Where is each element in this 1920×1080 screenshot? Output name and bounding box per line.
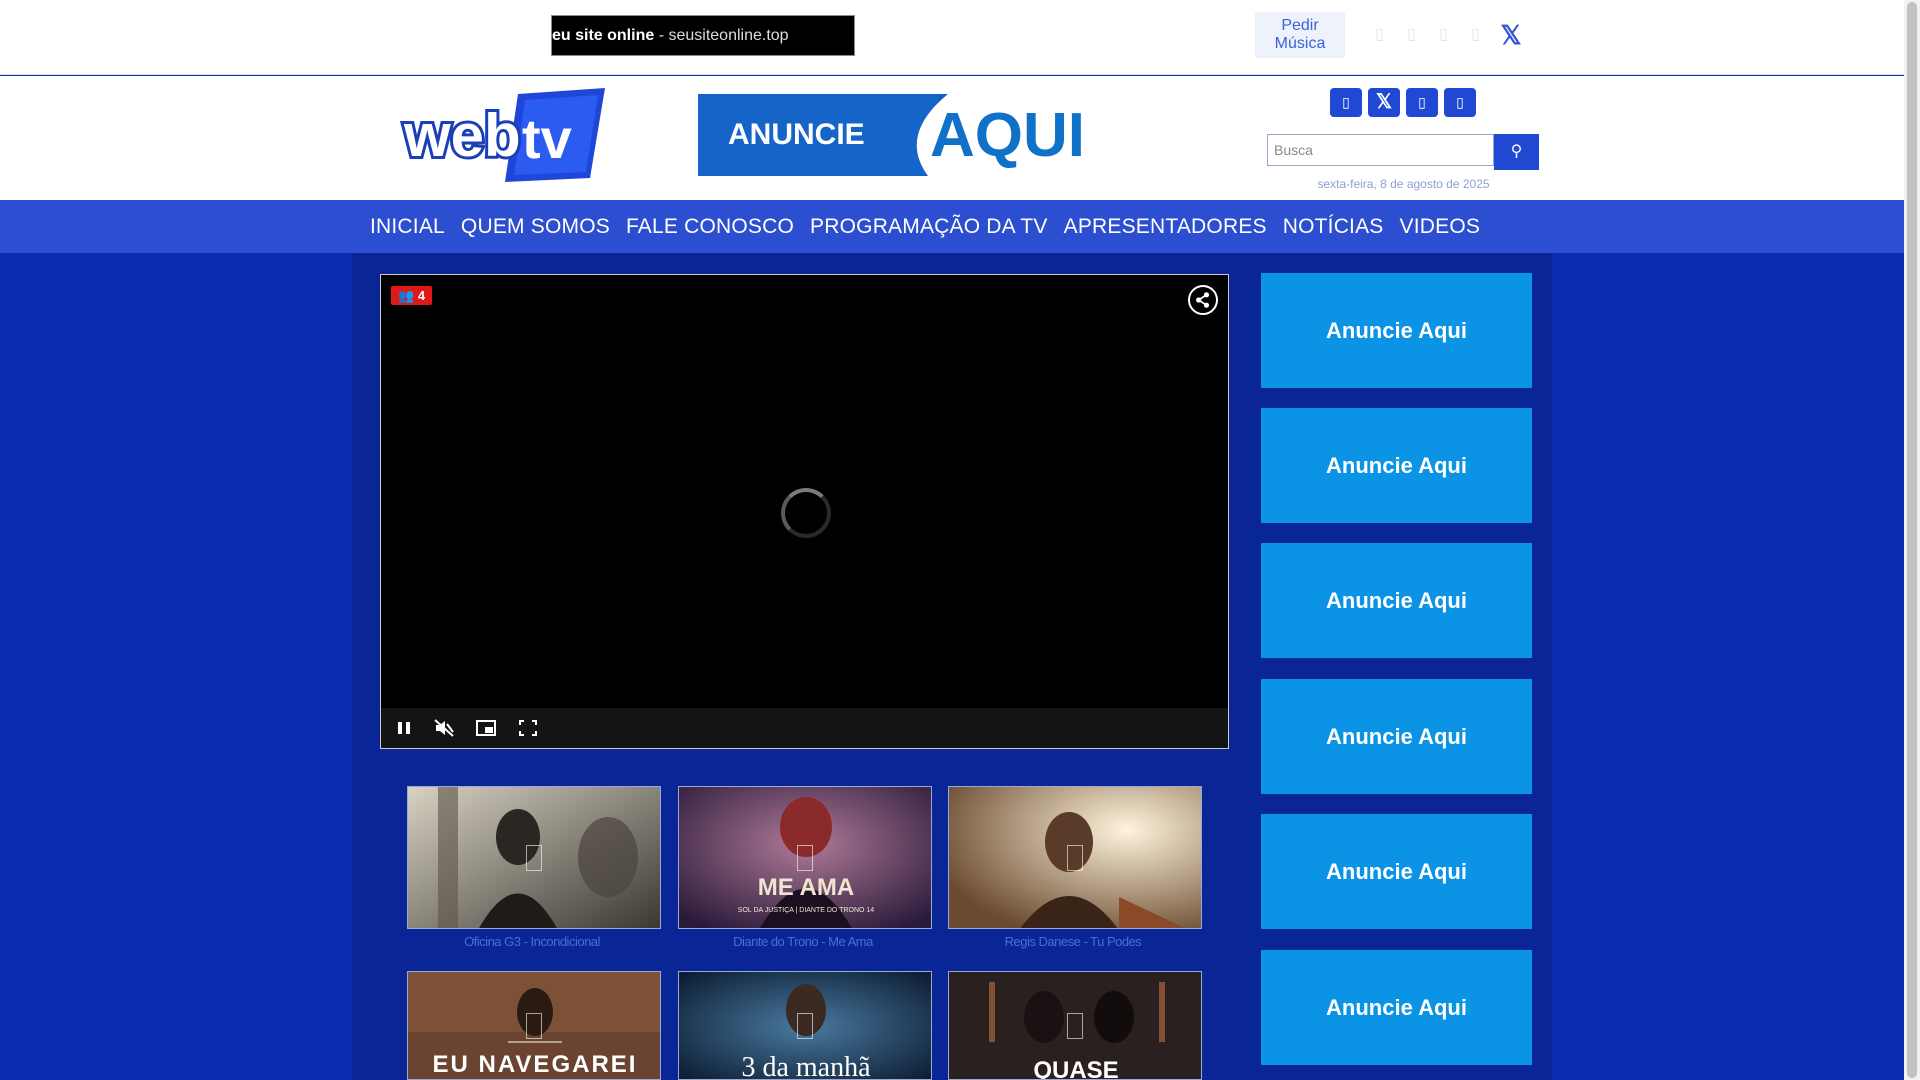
youtube-icon[interactable]: ▯ [1434,24,1453,46]
banner-word-anuncie: ANUNCIE [728,118,865,151]
nav-item-inicial[interactable]: INICIAL [362,200,453,253]
thumbnail-title-4: EU NAVEGAREI [433,1051,638,1078]
current-date: sexta-feira, 8 de agosto de 2025 [1317,177,1490,191]
video-caption-3[interactable]: Regis Danese - Tu Podes [946,934,1200,949]
nav-item-programacao[interactable]: PROGRAMAÇÃO DA TV [802,200,1056,253]
advertise-banner[interactable]: ANUNCIE AQUI [698,94,1208,176]
thumbnail-title-5: 3 da manhã [741,1052,871,1080]
x-twitter-icon[interactable]: 𝕏 [1368,88,1400,117]
ad-slot-4[interactable]: Anuncie Aqui [1261,679,1532,794]
nav-item-noticias[interactable]: NOTÍCIAS [1275,200,1392,253]
viewers-count: 4 [417,288,426,303]
play-icon [526,844,542,871]
play-icon [797,844,813,871]
ad-slot-5[interactable]: Anuncie Aqui [1261,814,1532,929]
fullscreen-icon[interactable] [517,718,539,738]
picture-in-picture-icon[interactable] [475,718,497,738]
play-icon [797,1012,813,1039]
video-player[interactable]: 👥 4 [380,274,1229,749]
scrollbar-thumb[interactable] [1907,2,1917,1078]
viewers-icon: 👥 [398,288,415,303]
ad-slot-3[interactable]: Anuncie Aqui [1261,543,1532,658]
video-thumbnail-5[interactable]: 3 da manhã [678,971,932,1080]
youtube-icon[interactable]: ▯ [1444,88,1476,117]
page-scrollbar[interactable] [1904,0,1920,1080]
instagram-icon[interactable]: ▯ [1406,88,1438,117]
video-thumbnail-6[interactable]: QUASE [948,971,1202,1080]
instagram-icon[interactable]: ▯ [1402,24,1421,46]
top-social-links: ▯ ▯ ▯ ▯ 𝕏 [1370,22,1524,48]
search-button[interactable]: ⚲ [1494,134,1539,170]
play-icon [1067,844,1083,871]
header-social-links: ▯ 𝕏 ▯ ▯ [1330,88,1476,117]
site-header: web tv ANUNCIE AQUI ▯ 𝕏 ▯ ▯ ⚲ sexta-feir… [0,76,1904,200]
nav-item-quem-somos[interactable]: QUEM SOMOS [453,200,618,253]
top-bar: eu site online - seusiteonline.top Pedir… [0,0,1904,75]
search-icon: ⚲ [1510,143,1523,160]
video-thumbnail-1[interactable] [407,786,661,929]
player-controls [381,708,1228,748]
x-twitter-icon[interactable]: 𝕏 [1498,22,1524,48]
play-icon [526,1012,542,1039]
play-icon [1067,1012,1083,1039]
video-caption-1[interactable]: Oficina G3 - Incondicional [405,934,659,949]
main-nav: INICIAL QUEM SOMOS FALE CONOSCO PROGRAMA… [0,200,1904,253]
request-song-button[interactable]: Pedir Música [1255,12,1345,58]
live-viewers-badge: 👥 4 [391,286,433,305]
facebook-icon[interactable]: ▯ [1370,24,1389,46]
thumbnail-title-2: ME AMA [758,874,854,901]
nav-item-videos[interactable]: VIDEOS [1392,200,1489,253]
video-caption-2[interactable]: Diante do Trono - Me Ama [676,934,930,949]
video-thumbnail-4[interactable]: EU NAVEGAREI [407,971,661,1080]
logo-tv-text: tv [522,107,572,170]
ad-slot-6[interactable]: Anuncie Aqui [1261,950,1532,1065]
ticker-bold: eu site online [552,27,655,44]
search-input[interactable] [1267,134,1494,166]
mute-icon[interactable] [433,718,455,738]
webtv-logo[interactable]: web tv [400,86,610,182]
whatsapp-icon[interactable]: ▯ [1466,24,1485,46]
ad-slot-2[interactable]: Anuncie Aqui [1261,408,1532,523]
nav-item-apresentadores[interactable]: APRESENTADORES [1056,200,1275,253]
loading-spinner-icon [781,488,831,538]
thumbnail-subtitle-2: SOL DA JUSTIÇA | DIANTE DO TRONO 14 [738,907,875,914]
banner-word-aqui: AQUI [930,101,1085,170]
share-icon[interactable] [1188,285,1218,315]
news-ticker[interactable]: eu site online - seusiteonline.top [551,15,855,56]
logo-web-text: web [403,102,521,169]
facebook-icon[interactable]: ▯ [1330,88,1362,117]
ticker-text: - seusiteonline.top [654,27,789,44]
thumbnail-title-6: QUASE [1033,1057,1118,1080]
video-thumbnail-2[interactable]: ME AMA SOL DA JUSTIÇA | DIANTE DO TRONO … [678,786,932,929]
pause-icon[interactable] [393,718,415,738]
nav-item-fale-conosco[interactable]: FALE CONOSCO [618,200,802,253]
request-song-line2: Música [1274,35,1326,52]
request-song-line1: Pedir [1281,17,1319,34]
ad-slot-1[interactable]: Anuncie Aqui [1261,273,1532,388]
video-thumbnail-3[interactable] [948,786,1202,929]
